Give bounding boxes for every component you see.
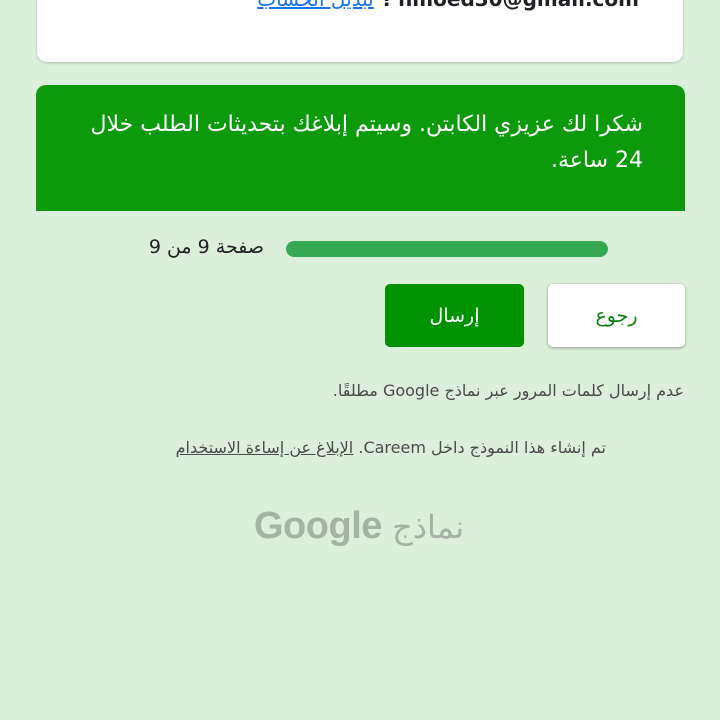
progress-bar-fill — [286, 241, 608, 257]
submit-button[interactable]: إرسال — [385, 284, 524, 347]
switch-account-link[interactable]: تبديل الحساب — [257, 0, 374, 11]
confirmation-banner: شكرا لك عزيزي الكابتن. وسيتم إبلاغك بتحد… — [36, 85, 685, 211]
progress-bar — [286, 241, 608, 257]
google-forms-logo: نماذج Google — [254, 505, 464, 548]
account-separator: ؟ — [380, 0, 392, 11]
back-button[interactable]: رجوع — [548, 284, 685, 347]
account-card: hmoed30@gmail.com ؟ تبديل الحساب — [37, 0, 683, 62]
form-created-text: تم إنشاء هذا النموذج داخل Careem. — [358, 438, 606, 457]
report-abuse-link[interactable]: الإبلاغ عن إساءة الاستخدام — [176, 438, 354, 457]
page-progress-label: صفحة 9 من 9 — [148, 236, 264, 258]
account-email: hmoed30@gmail.com — [398, 0, 639, 11]
account-line: hmoed30@gmail.com ؟ تبديل الحساب — [257, 0, 639, 14]
confirmation-message: شكرا لك عزيزي الكابتن. وسيتم إبلاغك بتحد… — [90, 112, 643, 173]
google-logo-word: Google — [254, 505, 382, 547]
form-created-line: تم إنشاء هذا النموذج داخل Careem. الإبلا… — [176, 438, 606, 457]
forms-logo-word: نماذج — [392, 508, 465, 546]
password-notice: عدم إرسال كلمات المرور عبر نماذج Google … — [332, 381, 684, 400]
